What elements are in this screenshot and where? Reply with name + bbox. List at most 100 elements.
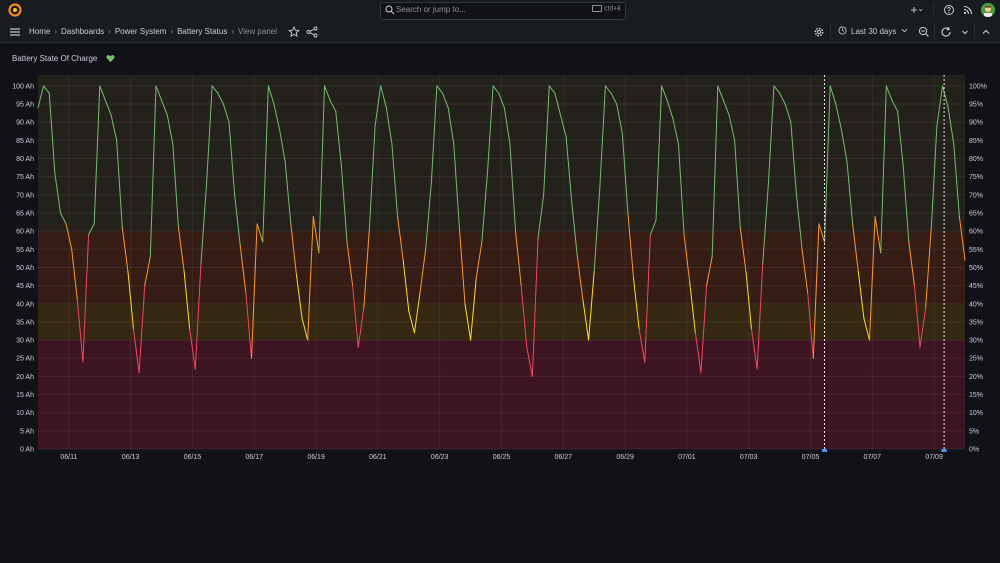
time-range-picker[interactable]: Last 30 days [838, 26, 908, 36]
y-tick-label: 45 Ah [16, 283, 34, 290]
y-tick-label: 40 Ah [16, 301, 34, 308]
y-tick-label-right: 90% [969, 120, 983, 127]
x-tick-label: 07/09 [925, 454, 943, 461]
breadcrumb-dashboards[interactable]: Dashboards [61, 27, 104, 36]
x-tick-label: 06/29 [616, 454, 634, 461]
menu-icon[interactable] [9, 26, 21, 38]
breadcrumb-separator: › [54, 27, 58, 36]
chevron-down-icon [901, 28, 908, 33]
y-tick-label: 70 Ah [16, 192, 34, 199]
y-tick-label-right: 45% [969, 283, 983, 290]
y-tick-label-right: 100% [969, 83, 987, 90]
y-tick-label-right: 35% [969, 319, 983, 326]
y-tick-label: 60 Ah [16, 229, 34, 236]
search-placeholder: Search or jump to... [396, 5, 466, 14]
add-new-button[interactable] [911, 4, 923, 16]
nav-bar: Home › Dashboards › Power System › Battery Sta… [0, 21, 1000, 43]
y-tick-label-right: 85% [969, 138, 983, 145]
collapse-chevron-up-icon[interactable] [980, 26, 992, 38]
refresh-interval-chevron-icon[interactable] [959, 26, 971, 38]
divider [933, 3, 934, 18]
y-tick-label: 65 Ah [16, 210, 34, 217]
y-axis-right: 0% 5% 10% 15% 20% 25% 30% 35% 40% 45% 50% 55% 60% 65%… [969, 83, 987, 453]
settings-gear-icon[interactable] [813, 26, 825, 38]
y-tick-label-right: 5% [969, 428, 979, 435]
y-tick-label-right: 30% [969, 338, 983, 345]
divider [830, 24, 831, 39]
x-axis: 06/11 06/13 06/15 06/17 06/19 06/21 06/23 06/25… [60, 454, 943, 461]
y-tick-label: 100 Ah [12, 83, 34, 90]
breadcrumb-separator: › [170, 27, 174, 36]
top-bar: Search or jump to... ctrl+k [0, 0, 1000, 22]
x-tick-label: 06/19 [307, 454, 325, 461]
y-tick-label-right: 20% [969, 374, 983, 381]
divider [974, 24, 975, 39]
y-tick-label: 75 Ah [16, 174, 34, 181]
battery-soc-chart[interactable]: 0 Ah 5 Ah 10 Ah 15 Ah 20 Ah 25 Ah 30 Ah 35 Ah 40… [0, 70, 1000, 540]
search-shortcut-label: ctrl+k [604, 5, 621, 13]
breadcrumb-separator: › [108, 27, 111, 36]
y-tick-label: 80 Ah [16, 156, 34, 163]
divider [934, 24, 935, 39]
avatar-icon [981, 3, 995, 17]
y-axis-left: 0 Ah 5 Ah 10 Ah 15 Ah 20 Ah 25 Ah 30 Ah 35 Ah 40… [12, 83, 34, 453]
time-range-label: Last 30 days [851, 27, 897, 36]
y-tick-label: 35 Ah [16, 319, 34, 326]
keyboard-icon [592, 5, 603, 12]
y-tick-label-right: 50% [969, 265, 983, 272]
breadcrumb-home[interactable]: Home [29, 27, 50, 36]
y-tick-label-right: 55% [969, 247, 983, 254]
zoom-out-icon[interactable] [918, 26, 930, 38]
refresh-icon[interactable] [940, 26, 952, 38]
y-tick-label-right: 10% [969, 410, 983, 417]
annotation-marker [822, 449, 827, 452]
y-tick-label-right: 75% [969, 174, 983, 181]
y-tick-label: 50 Ah [16, 265, 34, 272]
y-tick-label-right: 80% [969, 156, 983, 163]
search-input[interactable]: Search or jump to... ctrl+k [380, 2, 626, 20]
x-tick-label: 06/25 [493, 454, 511, 461]
search-shortcut: ctrl+k [592, 5, 621, 12]
y-tick-label: 0 Ah [20, 447, 34, 454]
breadcrumb-separator: › [231, 27, 234, 36]
y-tick-label: 85 Ah [16, 138, 34, 145]
x-tick-label: 06/17 [246, 454, 264, 461]
y-tick-label-right: 70% [969, 192, 983, 199]
grafana-logo-icon[interactable] [8, 3, 22, 17]
breadcrumb-battery-status[interactable]: Battery Status [177, 27, 227, 36]
x-tick-label: 06/27 [555, 454, 573, 461]
breadcrumb: Home › Dashboards › Power System › Battery Sta… [29, 27, 277, 36]
y-tick-label: 15 Ah [16, 392, 34, 399]
x-tick-label: 06/23 [431, 454, 449, 461]
x-tick-label: 07/07 [864, 454, 882, 461]
y-tick-label-right: 25% [969, 356, 983, 363]
y-tick-label-right: 40% [969, 301, 983, 308]
y-tick-label: 10 Ah [16, 410, 34, 417]
star-icon[interactable] [288, 26, 300, 38]
y-tick-label-right: 95% [969, 102, 983, 109]
x-tick-label: 06/15 [184, 454, 202, 461]
y-tick-label: 30 Ah [16, 338, 34, 345]
x-tick-label: 06/11 [60, 454, 77, 461]
x-tick-label: 06/13 [122, 454, 140, 461]
breadcrumb-power-system[interactable]: Power System [115, 27, 167, 36]
search-icon [385, 5, 395, 15]
y-tick-label: 90 Ah [16, 120, 34, 127]
y-tick-label: 95 Ah [16, 102, 34, 109]
y-tick-label: 5 Ah [20, 428, 34, 435]
y-tick-label: 20 Ah [16, 374, 34, 381]
heart-icon [106, 55, 115, 63]
y-tick-label: 25 Ah [16, 356, 34, 363]
user-avatar[interactable] [981, 3, 995, 17]
x-tick-label: 07/03 [740, 454, 758, 461]
breadcrumb-current: View panel [238, 27, 277, 36]
y-tick-label: 55 Ah [16, 247, 34, 254]
share-icon[interactable] [306, 26, 318, 38]
y-tick-label-right: 65% [969, 210, 983, 217]
y-tick-label-right: 0% [969, 447, 979, 454]
help-icon[interactable] [943, 4, 955, 16]
x-tick-label: 07/01 [678, 454, 696, 461]
panel-title: Battery State Of Charge [12, 54, 98, 63]
rss-news-icon[interactable] [962, 4, 974, 16]
annotation-marker [941, 449, 947, 452]
